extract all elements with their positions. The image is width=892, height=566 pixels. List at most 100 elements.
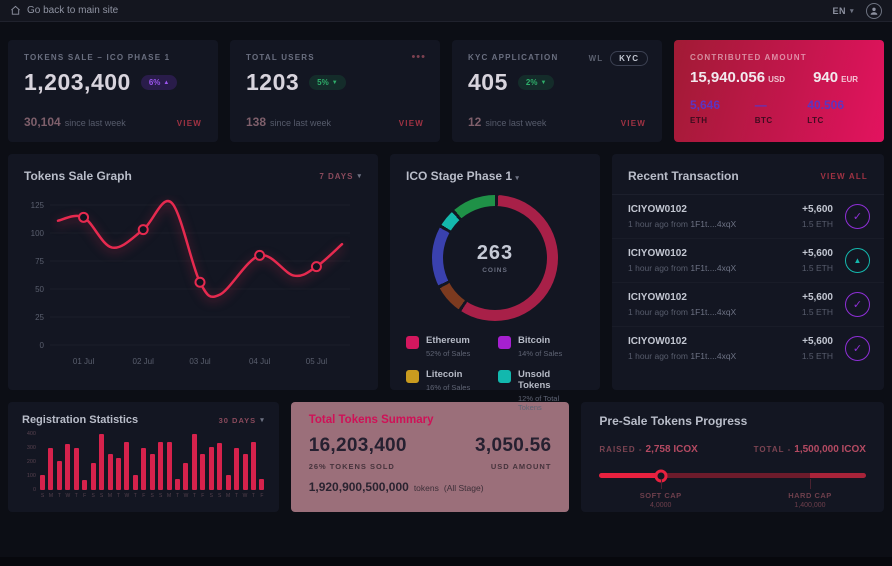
- tokens-sale-card: TOKENS SALE – ICO PHASE 1 1,203,400 6%▲ …: [8, 40, 218, 142]
- hard-cap-tick: [810, 479, 811, 489]
- legend-item-unsold-tokens: Unsold Tokens12% of Total Tokens: [498, 369, 584, 412]
- eur-amount: 940: [813, 69, 838, 86]
- user-icon: [869, 6, 879, 16]
- card-value: 1,203,400: [24, 69, 131, 96]
- trend-badge: 5%▼: [309, 75, 346, 90]
- view-link[interactable]: VIEW: [177, 119, 202, 128]
- ico-stage-panel: ICO Stage Phase 1 ▾ 263 COINS Ethereum52…: [390, 154, 600, 390]
- language-label: EN: [832, 6, 846, 16]
- card-value: 405: [468, 69, 508, 96]
- dashboard-content: TOKENS SALE – ICO PHASE 1 1,203,400 6%▲ …: [0, 22, 892, 512]
- card-delta: 138: [246, 115, 266, 129]
- card-title: CONTRIBUTED AMOUNT: [690, 53, 868, 62]
- usd-amount: 15,940.056: [690, 69, 765, 86]
- usd-unit: USD: [768, 75, 785, 84]
- panel-title: Total Tokens Summary: [309, 414, 552, 426]
- legend-item-litecoin: Litecoin16% of Sales: [406, 369, 492, 412]
- panel-title: Registration Statistics: [22, 414, 138, 426]
- chevron-down-icon: ▾: [515, 175, 519, 182]
- panel-title: Pre-Sale Tokens Progress: [599, 414, 866, 428]
- home-icon: [10, 5, 21, 16]
- chevron-down-icon: ▾: [850, 7, 854, 15]
- hard-cap-label: HARD CAP1,400,000: [788, 491, 832, 509]
- check-circle-icon: ✓: [845, 336, 870, 361]
- ico-stage-dropdown[interactable]: ICO Stage Phase 1 ▾: [406, 169, 519, 183]
- litecoin-swatch: [406, 370, 419, 383]
- donut-center-value: 263: [477, 242, 513, 265]
- arrow-down-icon: ▼: [540, 80, 546, 86]
- panel-title: Tokens Sale Graph: [24, 169, 132, 183]
- line-chart-x-axis: 01 Jul02 Jul03 Jul04 Jul05 Jul: [50, 355, 362, 369]
- chevron-down-icon: ▾: [357, 172, 362, 180]
- eur-unit: EUR: [841, 75, 858, 84]
- card-delta-note: since last week: [485, 118, 546, 128]
- back-link-label: Go back to main site: [27, 5, 118, 16]
- transaction-row[interactable]: ICIYOW01021 hour ago from 1F1t....4xqX +…: [612, 283, 884, 327]
- usd-amount-stat: 3,050.56USD AMOUNT: [475, 435, 551, 471]
- bar-chart-x-axis: SMTWTFSSMTWTFSSMTWTFSSMTWTF: [40, 493, 265, 499]
- raised-amount: RAISED -2,758 ICOX: [599, 439, 697, 457]
- arrow-up-icon: ▲: [163, 80, 169, 86]
- all-stage-total: 1,920,900,500,000 tokens (All Stage): [309, 480, 552, 494]
- trend-badge: 2%▼: [518, 75, 555, 90]
- card-title: TOKENS SALE – ICO PHASE 1: [24, 53, 202, 62]
- range-dropdown[interactable]: 7 DAYS▾: [319, 172, 362, 181]
- total-users-card: ••• TOTAL USERS 1203 5%▼ 138 since last w…: [230, 40, 440, 142]
- legend-item-ethereum: Ethereum52% of Sales: [406, 335, 492, 358]
- donut-chart: 263 COINS: [432, 195, 558, 321]
- transaction-row[interactable]: ICIYOW01021 hour ago from 1F1t....4xqX +…: [612, 327, 884, 370]
- user-avatar[interactable]: [866, 3, 882, 19]
- progress-slider: SOFT CAP4,0000 HARD CAP1,400,000: [599, 469, 866, 503]
- more-options-icon[interactable]: •••: [411, 51, 426, 63]
- panel-title: Recent Transaction: [628, 169, 739, 183]
- legend-item-bitcoin: Bitcoin14% of Sales: [498, 335, 584, 358]
- check-circle-icon: ✓: [845, 292, 870, 317]
- view-link[interactable]: VIEW: [399, 119, 424, 128]
- line-chart-y-axis: 0255075100125: [24, 183, 50, 343]
- range-dropdown[interactable]: 30 DAYS▾: [219, 416, 265, 425]
- trend-badge: 6%▲: [141, 75, 178, 90]
- line-chart-plot: [50, 195, 350, 355]
- total-amount: TOTAL -1,500,000 ICOX: [754, 439, 866, 457]
- arrow-up-circle-icon: ▲: [845, 248, 870, 273]
- language-selector[interactable]: EN ▾: [832, 6, 854, 16]
- card-delta: 30,104: [24, 115, 61, 129]
- unsold-tokens-swatch: [498, 370, 511, 383]
- donut-legend: Ethereum52% of Sales Bitcoin14% of Sales…: [406, 335, 584, 412]
- card-title: TOTAL USERS: [246, 53, 424, 62]
- slider-track[interactable]: [599, 473, 866, 478]
- card-delta: 12: [468, 115, 481, 129]
- ltc-amount: 40.506LTC: [807, 98, 844, 125]
- bottom-strip: [0, 557, 892, 566]
- transaction-row[interactable]: ICIYOW01021 hour ago from 1F1t....4xqX +…: [612, 239, 884, 283]
- card-value: 1203: [246, 69, 299, 96]
- recent-transactions-panel: Recent Transaction VIEW ALL ICIYOW01021 …: [612, 154, 884, 390]
- registration-statistics-panel: Registration Statistics 30 DAYS▾ 0100200…: [8, 402, 279, 512]
- kyc-tab[interactable]: KYC: [610, 51, 648, 66]
- view-link[interactable]: VIEW: [621, 119, 646, 128]
- soft-cap-label: SOFT CAP4,0000: [640, 491, 682, 509]
- eth-amount: 5,646ETH: [690, 98, 720, 125]
- btc-amount: —BTC: [755, 98, 773, 125]
- back-to-main-site-link[interactable]: Go back to main site: [10, 5, 118, 16]
- bitcoin-swatch: [498, 336, 511, 349]
- arrow-down-icon: ▼: [332, 80, 338, 86]
- chevron-down-icon: ▾: [260, 416, 265, 424]
- tokens-sale-graph-panel: Tokens Sale Graph 7 DAYS▾ 0255075100125 …: [8, 154, 378, 390]
- tokens-sold-stat: 16,203,40026% TOKENS SOLD: [309, 435, 407, 471]
- topbar: Go back to main site EN ▾: [0, 0, 892, 22]
- card-delta-note: since last week: [65, 118, 126, 128]
- card-delta-note: since last week: [270, 118, 331, 128]
- wl-tab[interactable]: WL: [589, 54, 603, 63]
- donut-center-label: COINS: [482, 267, 508, 274]
- ethereum-swatch: [406, 336, 419, 349]
- check-circle-icon: ✓: [845, 204, 870, 229]
- presale-progress-panel: Pre-Sale Tokens Progress RAISED -2,758 I…: [581, 402, 884, 512]
- contributed-amount-card: CONTRIBUTED AMOUNT 15,940.056USD 940EUR …: [674, 40, 884, 142]
- transaction-row[interactable]: ICIYOW01021 hour ago from 1F1t....4xqX +…: [612, 195, 884, 239]
- soft-cap-tick: [661, 479, 662, 489]
- kyc-application-card: WL KYC KYC APPLICATION 405 2%▼ 12since l…: [452, 40, 662, 142]
- bar-chart: 0100200300400: [22, 434, 265, 490]
- view-all-link[interactable]: VIEW ALL: [820, 172, 868, 181]
- total-tokens-summary-panel: Total Tokens Summary 16,203,40026% TOKEN…: [291, 402, 570, 512]
